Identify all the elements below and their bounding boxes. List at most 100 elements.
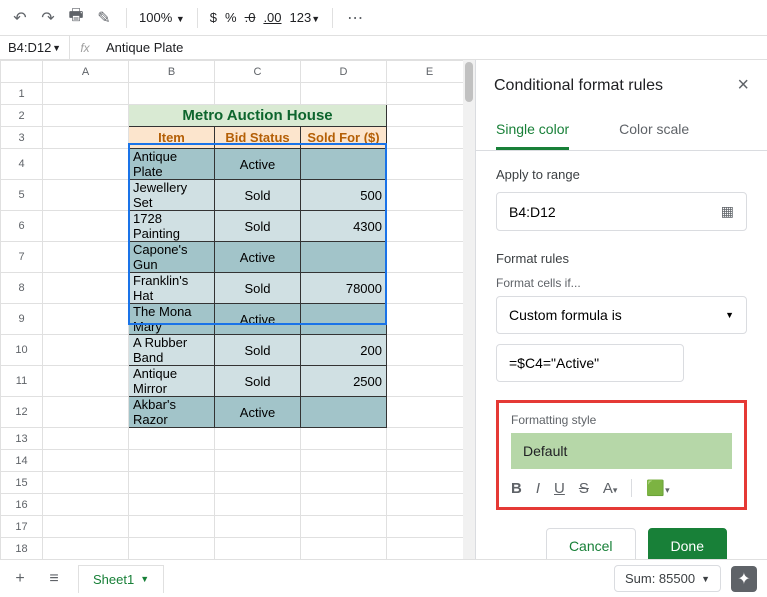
currency-button[interactable]: $ (210, 10, 217, 25)
row-header[interactable]: 1 (1, 83, 43, 105)
cell[interactable] (43, 397, 129, 428)
cell[interactable] (215, 450, 301, 472)
row-header[interactable]: 4 (1, 149, 43, 180)
row-header[interactable]: 16 (1, 494, 43, 516)
undo-icon[interactable]: ↶ (10, 8, 30, 28)
row-header[interactable]: 12 (1, 397, 43, 428)
cell[interactable] (387, 83, 473, 105)
cancel-button[interactable]: Cancel (546, 528, 636, 559)
more-toolbar-icon[interactable]: ⋯ (345, 8, 365, 28)
col-header[interactable]: E (387, 61, 473, 83)
cell[interactable] (387, 105, 473, 127)
cell[interactable] (387, 397, 473, 428)
cell[interactable]: Sold (215, 180, 301, 211)
bold-icon[interactable]: B (511, 480, 522, 497)
cell[interactable] (43, 366, 129, 397)
row-header[interactable]: 18 (1, 538, 43, 560)
decrease-decimal-button[interactable]: .0 (245, 10, 256, 25)
cell[interactable]: Franklin's Hat (129, 273, 215, 304)
cell[interactable]: Sold (215, 335, 301, 366)
cell[interactable] (387, 516, 473, 538)
cell[interactable] (301, 538, 387, 560)
quicksum-dropdown[interactable]: Sum: 85500 ▼ (614, 565, 721, 592)
cell[interactable] (387, 149, 473, 180)
cell[interactable]: Sold For ($) (301, 127, 387, 149)
cell[interactable]: Sold (215, 273, 301, 304)
percent-button[interactable]: % (225, 10, 237, 25)
cell[interactable] (387, 273, 473, 304)
cell[interactable]: 4300 (301, 211, 387, 242)
cell[interactable] (43, 211, 129, 242)
cell[interactable] (387, 450, 473, 472)
cell[interactable] (43, 180, 129, 211)
cell[interactable] (43, 83, 129, 105)
cell[interactable] (43, 127, 129, 149)
cell[interactable] (301, 428, 387, 450)
col-header[interactable]: A (43, 61, 129, 83)
cell[interactable] (301, 149, 387, 180)
italic-icon[interactable]: I (536, 480, 540, 497)
done-button[interactable]: Done (648, 528, 727, 559)
cell[interactable]: Antique Plate (129, 149, 215, 180)
cell[interactable] (215, 83, 301, 105)
cell[interactable]: 2500 (301, 366, 387, 397)
cell[interactable] (387, 538, 473, 560)
row-header[interactable]: 7 (1, 242, 43, 273)
col-header[interactable]: D (301, 61, 387, 83)
cell[interactable]: 1728 Painting (129, 211, 215, 242)
cell[interactable] (387, 366, 473, 397)
cell[interactable] (43, 273, 129, 304)
cell[interactable] (215, 428, 301, 450)
cell[interactable] (43, 335, 129, 366)
underline-icon[interactable]: U (554, 480, 565, 497)
col-header[interactable]: C (215, 61, 301, 83)
cell[interactable] (43, 472, 129, 494)
cell[interactable]: Capone's Gun (129, 242, 215, 273)
vertical-scrollbar[interactable] (463, 60, 475, 559)
cell[interactable] (43, 450, 129, 472)
cell[interactable]: Antique Mirror (129, 366, 215, 397)
row-header[interactable]: 13 (1, 428, 43, 450)
row-header[interactable]: 8 (1, 273, 43, 304)
cell[interactable]: The Mona Mary (129, 304, 215, 335)
cell[interactable] (387, 211, 473, 242)
row-header[interactable]: 17 (1, 516, 43, 538)
cell[interactable] (43, 105, 129, 127)
cell[interactable]: Active (215, 397, 301, 428)
cell[interactable]: 200 (301, 335, 387, 366)
grid-icon[interactable]: ▦ (721, 203, 734, 220)
row-header[interactable]: 14 (1, 450, 43, 472)
more-formats-button[interactable]: 123▼ (290, 10, 321, 25)
cell[interactable]: Active (215, 242, 301, 273)
row-header[interactable]: 2 (1, 105, 43, 127)
cell[interactable] (43, 242, 129, 273)
cell[interactable] (129, 83, 215, 105)
cell[interactable]: 500 (301, 180, 387, 211)
cell[interactable]: Sold (215, 366, 301, 397)
sheet-tab[interactable]: Sheet1 ▼ (78, 565, 164, 593)
cell[interactable]: Bid Status (215, 127, 301, 149)
condition-dropdown[interactable]: Custom formula is ▼ (496, 296, 747, 334)
name-box[interactable]: B4:D12▼ (0, 36, 70, 59)
cell[interactable]: Item (129, 127, 215, 149)
cell[interactable] (43, 428, 129, 450)
style-preview[interactable]: Default (511, 433, 732, 469)
range-input[interactable]: B4:D12 ▦ (496, 192, 747, 231)
row-header[interactable]: 10 (1, 335, 43, 366)
explore-icon[interactable]: ✦ (731, 566, 757, 592)
cell[interactable] (387, 180, 473, 211)
cell[interactable] (301, 472, 387, 494)
cell[interactable] (387, 242, 473, 273)
cell[interactable] (387, 494, 473, 516)
row-header[interactable]: 5 (1, 180, 43, 211)
formula-bar[interactable]: Antique Plate (100, 40, 183, 55)
cell[interactable] (43, 538, 129, 560)
cell[interactable] (43, 494, 129, 516)
cell[interactable] (387, 472, 473, 494)
cell[interactable] (129, 494, 215, 516)
cell[interactable] (43, 304, 129, 335)
cell[interactable] (43, 149, 129, 180)
print-icon[interactable]: 🖶 (66, 8, 86, 28)
cell[interactable] (43, 516, 129, 538)
close-icon[interactable]: × (737, 74, 749, 97)
